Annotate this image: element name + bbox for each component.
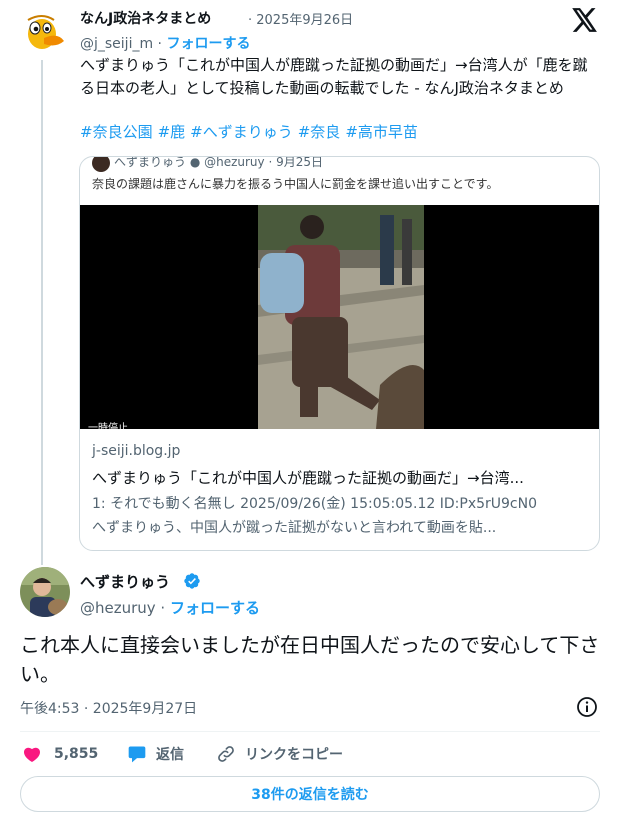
heart-icon [23, 747, 41, 762]
person-photo-avatar [20, 567, 70, 617]
reply-label: 返信 [156, 747, 184, 763]
hashtag-link[interactable]: #へずまりゅう [190, 123, 293, 141]
quoted-author-handle[interactable]: @j_seiji_m · [80, 36, 162, 52]
main-author-avatar[interactable] [20, 567, 70, 617]
copy-link-button[interactable]: リンクをコピー [216, 743, 343, 765]
like-count: 5,855 [54, 746, 99, 762]
quoted-follow-button[interactable]: フォローする [166, 36, 250, 52]
quoted-author-avatar[interactable] [18, 8, 66, 56]
hashtag-row: #奈良公園 #鹿 #へずまりゅう #奈良 #高市早苗 [80, 122, 600, 142]
hashtag-link[interactable]: #高市早苗 [345, 123, 418, 141]
video-pause-label: 一時停止 [88, 423, 128, 429]
embedded-tweet-caption: 奈良の課題は鹿さんに暴力を振るう中国人に罰金を課せ追い出すことです。 [92, 177, 499, 191]
reply-bubble-icon [128, 746, 146, 763]
link-preview-card[interactable]: へずまりゅう ● @hezuruy · 9月25日 奈良の課題は鹿さんに暴力を振… [79, 156, 600, 551]
quoted-tweet-text: へずまりゅう「これが中国人が鹿蹴った証拠の動画だ」→台湾人が「鹿を蹴る日本の老人… [80, 56, 588, 97]
link-icon [218, 746, 234, 762]
thread-connector-line [41, 60, 43, 565]
verified-icon [183, 572, 201, 590]
x-logo-icon[interactable] [572, 8, 598, 32]
hashtag-link[interactable]: #奈良公園 [80, 123, 153, 141]
quoted-author-name[interactable]: なんJ政治ネタまとめ [80, 8, 211, 28]
embedded-tweet-meta: へずまりゅう ● @hezuruy · 9月25日 [92, 156, 323, 172]
video-thumbnail[interactable]: 一時停止 [80, 205, 599, 429]
reply-button[interactable]: 返信 [127, 743, 184, 765]
main-tweet-timestamp[interactable]: 午後4:53 · 2025年9月27日 [20, 698, 197, 718]
quoted-tweet-date[interactable]: · 2025年9月26日 [248, 9, 353, 28]
read-replies-button[interactable]: 38件の返信を読む [20, 776, 600, 812]
main-author-name[interactable]: へずまりゅう [80, 571, 170, 592]
card-description-line: 1: それでも動く名無し 2025/09/26(金) 15:05:05.12 I… [92, 496, 538, 512]
hashtag-link[interactable]: #奈良 [298, 123, 341, 141]
main-author-handle-row: @hezuruy · フォローする [80, 597, 260, 618]
video-frame-image [80, 205, 599, 429]
main-follow-button[interactable]: フォローする [170, 599, 260, 617]
card-domain: j-seiji.blog.jp [92, 443, 181, 459]
like-button[interactable]: 5,855 [22, 743, 98, 765]
quoted-author-handle-row: @j_seiji_m · フォローする [80, 33, 250, 53]
embedded-author-avatar [92, 157, 110, 172]
hashtag-link[interactable]: #鹿 [158, 123, 186, 141]
info-icon[interactable] [576, 696, 598, 718]
main-tweet-text: これ本人に直接会いましたが在日中国人だったので安心して下さい。 [20, 633, 600, 686]
card-title: へずまりゅう「これが中国人が鹿蹴った証拠の動画だ」→台湾... [92, 469, 524, 487]
main-author-handle[interactable]: @hezuruy · [80, 599, 165, 617]
copy-link-label: リンクをコピー [245, 747, 343, 763]
embedded-meta-text: へずまりゅう ● @hezuruy · 9月25日 [114, 156, 323, 169]
duck-avatar-icon [18, 8, 66, 56]
card-description-line: へずまりゅう、中国人が蹴った証拠がないと言われて動画を貼... [92, 520, 497, 536]
action-divider [20, 731, 600, 732]
